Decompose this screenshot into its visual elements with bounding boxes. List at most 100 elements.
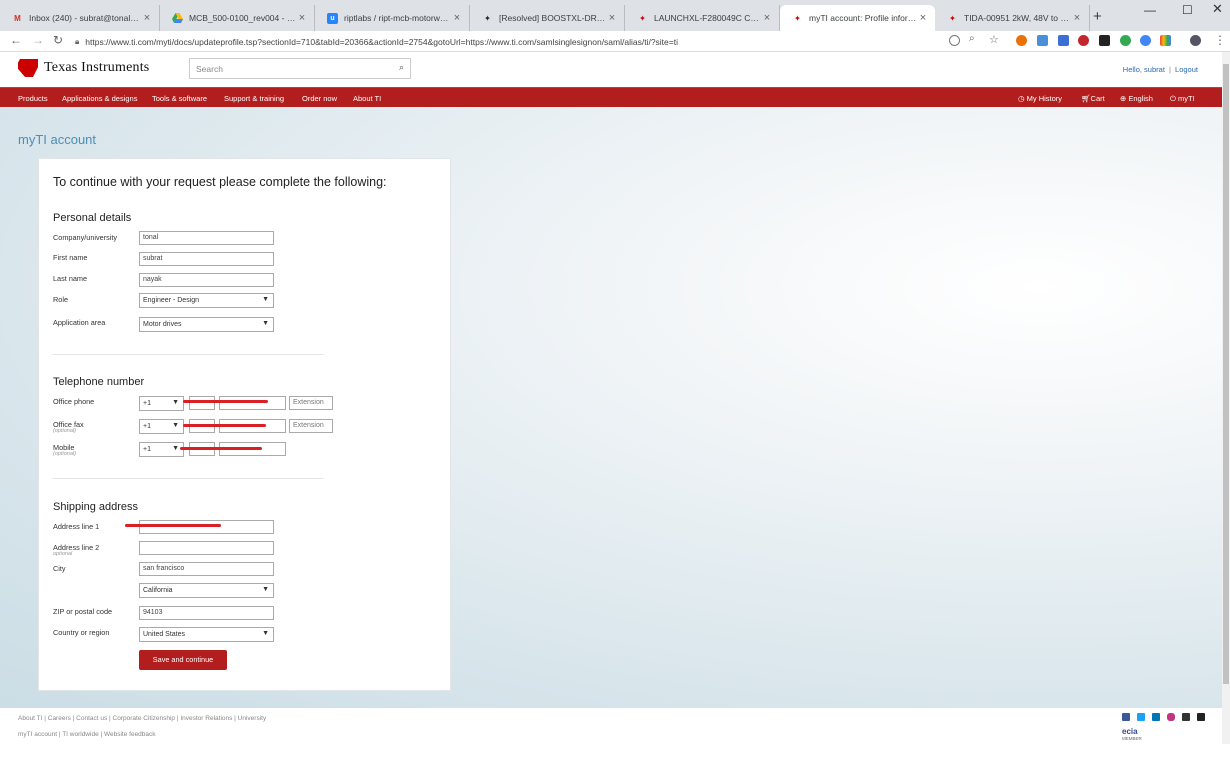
nav-about[interactable]: About TI [353, 94, 381, 103]
nav-language[interactable]: ⊕ English [1120, 94, 1153, 103]
cart-icon: 🛒︎ [1081, 94, 1091, 103]
first-name-input[interactable]: subrat [139, 252, 274, 266]
close-icon[interactable]: × [761, 12, 773, 24]
extension-icon[interactable] [1058, 35, 1069, 46]
footer-links-primary[interactable]: About TI | Careers | Contact us | Corpor… [18, 715, 266, 722]
star-icon[interactable]: ☆ [989, 33, 999, 46]
close-icon[interactable]: × [917, 12, 929, 24]
tab-ti-forum[interactable]: ✦ [Resolved] BOOSTXL-DRV8320R × [470, 5, 625, 31]
nav-label: My History [1026, 94, 1063, 103]
tab-gmail[interactable]: M Inbox (240) - subrat@tonal.com × [0, 5, 160, 31]
facebook-icon[interactable] [1122, 713, 1130, 721]
wechat-icon[interactable] [1182, 713, 1190, 721]
close-icon[interactable]: × [141, 12, 153, 24]
extension-icon[interactable] [1016, 35, 1027, 46]
save-and-continue-button[interactable]: Save and continue [139, 650, 227, 670]
maximize-button[interactable]: ☐ [1182, 3, 1193, 17]
office-fax-extension-input[interactable]: Extension [289, 419, 333, 433]
extension-icon[interactable] [1037, 35, 1048, 46]
country-select[interactable]: United States ▼ [139, 627, 274, 642]
section-shipping-heading: Shipping address [53, 501, 139, 513]
zoom-icon[interactable]: ⌕ [969, 33, 975, 44]
office-phone-extension-input[interactable]: Extension [289, 396, 333, 410]
hello-link[interactable]: Hello, subrat [1123, 65, 1165, 74]
optional-hint: (optional) [53, 451, 76, 457]
city-input[interactable]: san francisco [139, 562, 274, 576]
cookie-icon[interactable] [949, 35, 960, 46]
mobile-country-select[interactable]: +1 ▼ [139, 442, 184, 457]
tab-title: MCB_500-0100_rev004 - Google [189, 13, 296, 23]
extension-icon[interactable] [1140, 35, 1151, 46]
avatar[interactable] [1190, 35, 1201, 46]
bitbucket-icon: u [327, 12, 338, 24]
logout-link[interactable]: Logout [1175, 65, 1198, 74]
role-label: Role [53, 295, 69, 304]
office-phone-country-select[interactable]: +1 ▼ [139, 396, 184, 411]
scrollbar-thumb[interactable] [1223, 64, 1229, 684]
office-phone-number-input[interactable] [219, 396, 286, 410]
ti-logo[interactable]: Texas Instruments [18, 59, 149, 77]
address-bar[interactable]: 🔒︎ https://www.ti.com/myti/docs/updatepr… [75, 32, 965, 51]
extension-icon[interactable] [1120, 35, 1131, 46]
address1-input[interactable] [139, 520, 274, 534]
search-input[interactable]: Search ⌕ [189, 58, 411, 79]
tab-title: LAUNCHXL-F280049C C2000 Pic [654, 13, 761, 23]
chevron-down-icon: ▼ [172, 399, 179, 406]
new-tab-button[interactable]: + [1093, 8, 1102, 25]
chevron-down-icon: ▼ [172, 422, 179, 429]
window-close-button[interactable]: ✕ [1212, 1, 1223, 17]
tab-drive[interactable]: MCB_500-0100_rev004 - Google × [160, 5, 315, 31]
address2-input[interactable] [139, 541, 274, 555]
extension-icon[interactable] [1099, 35, 1110, 46]
social-icon[interactable] [1197, 713, 1205, 721]
twitter-icon[interactable] [1137, 713, 1145, 721]
company-input[interactable]: tonal [139, 231, 274, 245]
state-select[interactable]: California ▼ [139, 583, 274, 598]
footer-links-secondary[interactable]: myTI account | TI worldwide | Website fe… [18, 731, 156, 738]
close-icon[interactable]: × [451, 12, 463, 24]
redaction-mark [183, 424, 266, 427]
nav-my-history[interactable]: ◷ My History [1018, 94, 1062, 103]
close-icon[interactable]: × [606, 12, 618, 24]
lock-icon: 🔒︎ [75, 36, 80, 46]
application-label: Application area [53, 318, 106, 327]
tab-ti-launchxl[interactable]: ✦ LAUNCHXL-F280049C C2000 Pic × [625, 5, 780, 31]
search-icon[interactable]: ⌕ [399, 62, 404, 73]
forward-icon[interactable]: → [32, 33, 44, 47]
nav-applications[interactable]: Applications & designs [62, 94, 137, 103]
zip-input[interactable]: 94103 [139, 606, 274, 620]
browser-toolbar: ← → ↻ 🔒︎ https://www.ti.com/myti/docs/up… [0, 31, 1230, 52]
tab-tida[interactable]: ✦ TIDA-00951 2kW, 48V to 400V, > × [935, 5, 1090, 31]
nav-label: English [1128, 94, 1153, 103]
nav-myti[interactable]: ⏻ myTI [1170, 94, 1195, 104]
nav-products[interactable]: Products [18, 94, 48, 103]
close-icon[interactable]: × [1071, 12, 1083, 24]
role-select[interactable]: Engineer - Design ▼ [139, 293, 274, 308]
country-value: United States [143, 631, 186, 638]
ecia-member-badge: ecia MEMBER [1122, 727, 1142, 741]
user-greeting: Hello, subrat | Logout [1123, 65, 1198, 74]
nav-support[interactable]: Support & training [224, 94, 284, 103]
linkedin-icon[interactable] [1152, 713, 1160, 721]
close-icon[interactable]: × [296, 12, 308, 24]
nav-tools[interactable]: Tools & software [152, 94, 207, 103]
office-phone-area-input[interactable] [189, 396, 215, 410]
last-name-input[interactable]: nayak [139, 273, 274, 287]
optional-hint: optional [53, 551, 73, 557]
nav-order[interactable]: Order now [302, 94, 337, 103]
nav-label: Cart [1090, 94, 1105, 103]
tab-bitbucket[interactable]: u riptlabs / ript-mcb-motorware / i × [315, 5, 470, 31]
minimize-button[interactable]: — [1144, 3, 1156, 17]
ti-icon: ✦ [949, 13, 956, 23]
chevron-down-icon: ▼ [262, 586, 269, 593]
office-fax-country-select[interactable]: +1 ▼ [139, 419, 184, 434]
reload-icon[interactable]: ↻ [53, 33, 63, 47]
nav-cart[interactable]: 🛒︎Cart [1081, 94, 1105, 103]
instagram-icon[interactable] [1167, 713, 1175, 721]
application-select[interactable]: Motor drives ▼ [139, 317, 274, 332]
extension-icon[interactable] [1160, 35, 1171, 46]
adblock-icon[interactable] [1078, 35, 1089, 46]
back-icon[interactable]: ← [10, 33, 22, 47]
menu-icon[interactable]: ⋮ [1214, 33, 1226, 47]
tab-myti-active[interactable]: ✦ myTI account: Profile informatio × [780, 5, 935, 31]
